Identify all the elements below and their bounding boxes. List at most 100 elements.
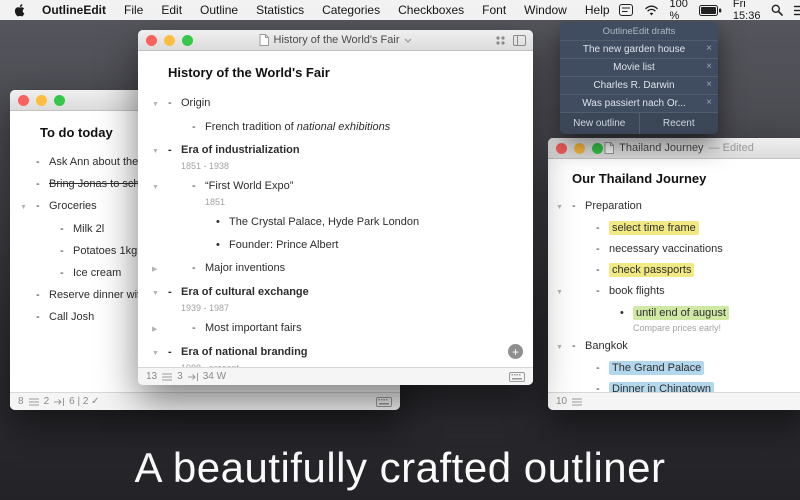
chevron-down-icon[interactable]: ▼ [152, 98, 168, 111]
outline-row[interactable]: - The Grand Palace [556, 361, 800, 375]
zoom-button[interactable] [182, 35, 193, 46]
outline-row[interactable]: ▼ - Bangkok [556, 340, 800, 354]
outline-text[interactable]: book flights [609, 285, 665, 298]
outline-row[interactable]: ▶ - Major inventions [152, 262, 519, 276]
main-window[interactable]: History of the World's Fair History of t… [138, 30, 533, 385]
outline-row[interactable]: ▼ - Era of national branding [152, 346, 519, 360]
chevron-down-icon[interactable]: ▼ [152, 347, 168, 360]
chevron-down-icon[interactable]: ▼ [152, 181, 168, 194]
close-button[interactable] [556, 143, 567, 154]
close-button[interactable] [18, 95, 29, 106]
outline-text[interactable]: Call Josh [49, 311, 94, 324]
apple-menu[interactable] [10, 3, 33, 17]
outline-text[interactable]: until end of august [633, 306, 729, 320]
outline-text[interactable]: The Crystal Palace, Hyde Park London [229, 216, 419, 229]
menu-item-font[interactable]: Font [473, 3, 515, 17]
zoom-button[interactable] [592, 143, 603, 154]
main-titlebar[interactable]: History of the World's Fair [138, 30, 533, 51]
outline-row[interactable]: ▼ - Origin [152, 97, 519, 111]
notification-center-icon[interactable] [794, 5, 800, 16]
outline-text[interactable]: Preparation [585, 200, 642, 213]
outline-text[interactable]: French tradition of national exhibitions [205, 121, 390, 134]
outline-row[interactable]: ▼ - book flights [556, 285, 800, 299]
minimize-button[interactable] [164, 35, 175, 46]
menu-item-file[interactable]: File [115, 3, 152, 17]
recent-button[interactable]: Recent [638, 113, 719, 134]
outline-row[interactable]: ▼ - Era of industrialization [152, 144, 519, 158]
draft-item[interactable]: Charles R. Darwin × [560, 77, 718, 95]
wifi-icon[interactable] [644, 5, 659, 16]
chevron-down-icon[interactable]: ▼ [20, 201, 36, 214]
outline-row[interactable]: • The Crystal Palace, Hyde Park London [152, 216, 519, 229]
outline-text[interactable]: Most important fairs [205, 322, 302, 335]
chevron-right-icon[interactable]: ▶ [152, 323, 168, 336]
battery-icon[interactable] [698, 4, 722, 16]
outline-row[interactable]: - Dinner in Chinatown [556, 382, 800, 392]
outline-text[interactable]: Founder: Prince Albert [229, 239, 338, 252]
outlineedit-menu-extra-icon[interactable] [618, 4, 633, 16]
app-menu[interactable]: OutlineEdit [33, 3, 115, 17]
close-icon[interactable]: × [706, 43, 712, 54]
keyboard-icon[interactable] [376, 396, 392, 407]
outline-text[interactable]: Bangkok [585, 340, 628, 353]
close-icon[interactable]: × [706, 61, 712, 72]
outline-row[interactable]: ▼ - Era of cultural exchange [152, 286, 519, 300]
chevron-down-icon[interactable]: ▼ [152, 287, 168, 300]
outline-row[interactable]: • Founder: Prince Albert [152, 239, 519, 252]
outline-row[interactable]: - French tradition of national exhibition… [152, 121, 519, 134]
chevron-down-icon[interactable]: ▼ [556, 201, 572, 214]
menu-item-outline[interactable]: Outline [191, 3, 247, 17]
outline-text[interactable]: Ice cream [73, 267, 121, 280]
thailand-window[interactable]: Thailand Journey — Edited Our Thailand J… [548, 138, 800, 410]
outline-text[interactable]: Milk 2l [73, 223, 104, 236]
outline-row[interactable]: • until end of august [556, 306, 800, 320]
outline-text[interactable]: Dinner in Chinatown [609, 382, 715, 392]
menu-item-window[interactable]: Window [515, 3, 576, 17]
keyboard-icon[interactable] [509, 371, 525, 382]
chevron-right-icon[interactable]: ▶ [152, 263, 168, 276]
menu-item-categories[interactable]: Categories [313, 3, 389, 17]
close-icon[interactable]: × [706, 97, 712, 108]
sidebar-icon[interactable] [513, 34, 526, 46]
outline-text[interactable]: check passports [609, 263, 695, 277]
zoom-button[interactable] [54, 95, 65, 106]
draft-item[interactable]: Was passiert nach Or... × [560, 95, 718, 113]
spotlight-icon[interactable] [771, 4, 784, 16]
draft-item[interactable]: Movie list × [560, 59, 718, 77]
menu-clock[interactable]: Fri 15:36 [733, 0, 761, 22]
outline-text[interactable]: necessary vaccinations [609, 243, 723, 256]
outline-row[interactable]: ▼ - “First World Expo” [152, 180, 519, 194]
outline-text[interactable]: “First World Expo” [205, 180, 293, 193]
menu-item-help[interactable]: Help [576, 3, 619, 17]
minimize-button[interactable] [574, 143, 585, 154]
chevron-down-icon[interactable]: ▼ [556, 286, 572, 299]
outline-row[interactable]: - select time frame [556, 221, 800, 235]
outline-row[interactable]: ▼ - Preparation [556, 200, 800, 214]
categories-icon[interactable] [495, 35, 506, 46]
menu-item-edit[interactable]: Edit [152, 3, 191, 17]
document-proxy-icon[interactable] [604, 142, 615, 154]
outline-text[interactable]: Major inventions [205, 262, 285, 275]
chevron-down-icon[interactable]: ▼ [556, 341, 572, 354]
outline-text[interactable]: Era of national branding [181, 346, 308, 359]
outline-row[interactable]: - check passports [556, 263, 800, 277]
chevron-down-icon[interactable]: ▼ [152, 145, 168, 158]
outline-text[interactable]: Origin [181, 97, 210, 110]
document-proxy-icon[interactable] [259, 34, 269, 46]
minimize-button[interactable] [36, 95, 47, 106]
thailand-titlebar[interactable]: Thailand Journey — Edited [548, 138, 800, 159]
outline-text[interactable]: The Grand Palace [609, 361, 705, 375]
outline-row[interactable]: - necessary vaccinations [556, 243, 800, 256]
new-outline-button[interactable]: New outline [560, 113, 639, 134]
draft-item[interactable]: The new garden house × [560, 41, 718, 59]
menu-item-checkboxes[interactable]: Checkboxes [389, 3, 473, 17]
outline-text[interactable]: Era of cultural exchange [181, 286, 309, 299]
outline-text[interactable]: Era of industrialization [181, 144, 300, 157]
outline-text[interactable]: select time frame [609, 221, 699, 235]
outline-row[interactable]: ▶ - Most important fairs [152, 322, 519, 336]
outline-text[interactable]: Potatoes 1kg [73, 245, 137, 258]
close-icon[interactable]: × [706, 79, 712, 90]
close-button[interactable] [146, 35, 157, 46]
menu-item-statistics[interactable]: Statistics [247, 3, 313, 17]
title-chevron-down-icon[interactable] [404, 38, 412, 43]
